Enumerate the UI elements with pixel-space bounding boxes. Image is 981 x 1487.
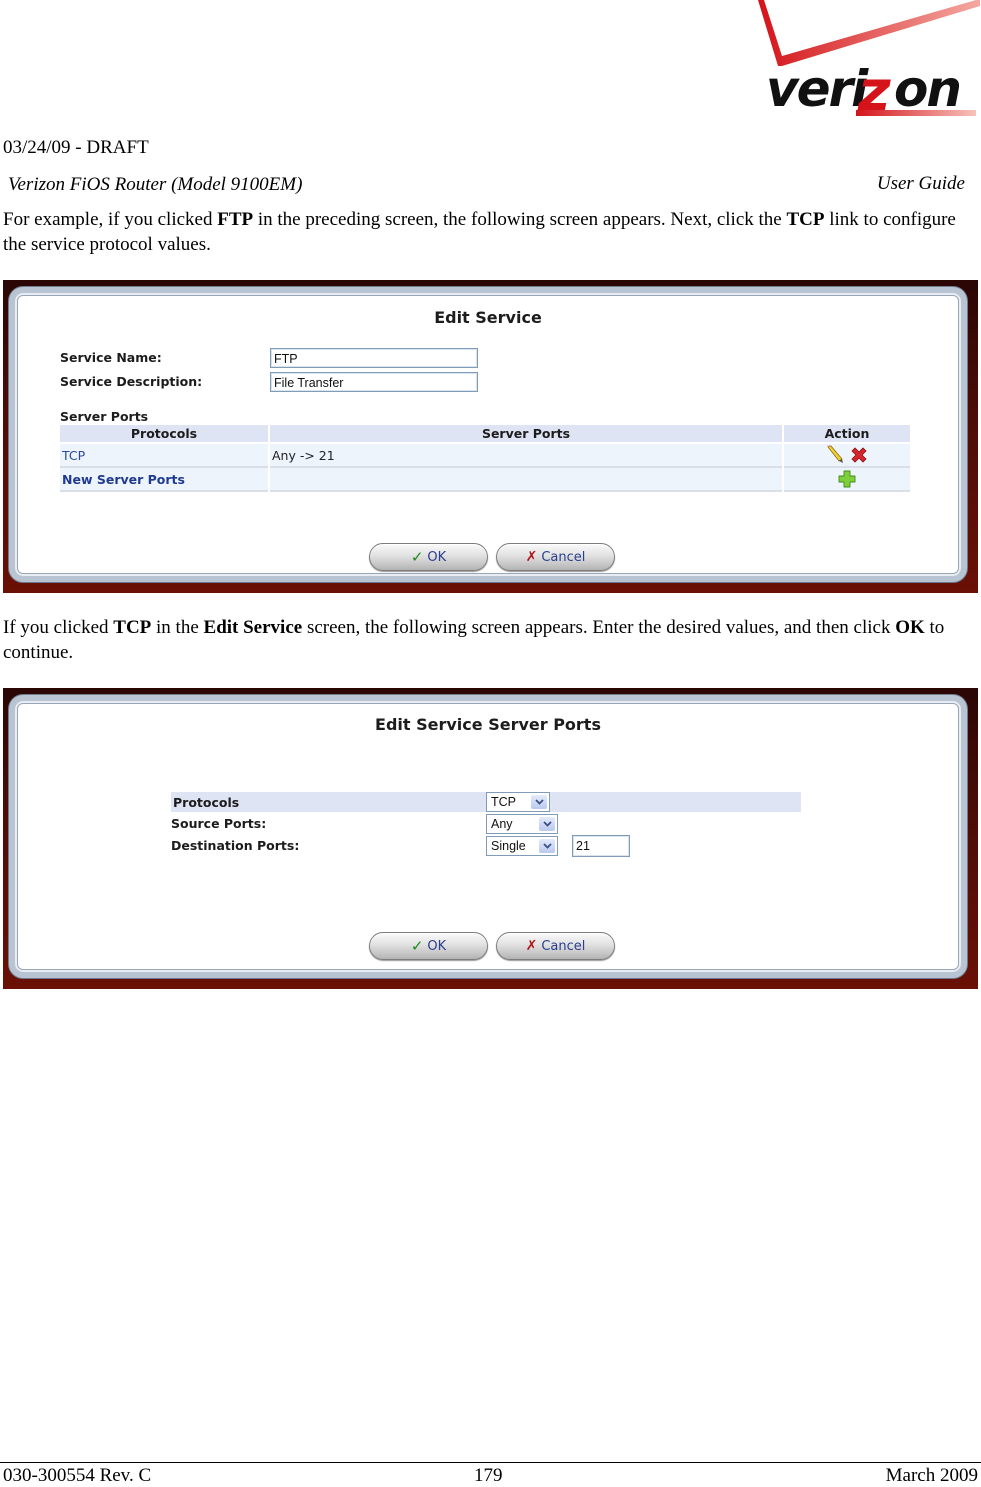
service-description-label: Service Description: [60,374,203,389]
column-header-protocols: Protocols [60,425,268,444]
cancel-x-icon: ✗ [525,549,538,565]
cancel-label: Cancel [541,549,586,565]
cancel-button[interactable]: ✗ Cancel [496,543,615,571]
chevron-down-icon[interactable] [531,795,547,809]
table-row: New Server Ports [60,468,910,492]
server-ports-cell [270,468,782,492]
new-server-ports-link[interactable]: New Server Ports [60,468,268,492]
add-icon[interactable] [837,469,857,489]
text: For example, if you clicked [3,209,218,230]
protocol-link-tcp[interactable]: TCP [60,444,268,468]
service-name-input[interactable]: FTP [270,348,478,368]
ok-label: OK [427,549,447,565]
server-ports-cell: Any -> 21 [270,444,782,468]
svg-text:z: z [857,59,891,118]
intro-paragraph: For example, if you clicked FTP in the p… [3,208,978,257]
document-type: User Guide [876,173,965,194]
cancel-x-icon: ✗ [525,938,538,954]
destination-ports-select[interactable]: Single [486,836,558,856]
server-ports-heading: Server Ports [60,409,149,424]
source-ports-label: Source Ports: [171,816,267,831]
footer-divider [0,1462,981,1463]
svg-text:on: on [894,60,960,118]
edit-service-title: Edit Service [434,308,542,327]
service-name-label: Service Name: [60,350,162,365]
chevron-down-icon[interactable] [539,817,555,831]
text: in the preceding screen, the following s… [253,209,787,230]
delete-icon[interactable] [849,445,869,465]
bold-tcp: TCP [786,209,825,230]
bold-ok: OK [895,617,925,638]
source-ports-value: Any [491,817,513,831]
destination-ports-label: Destination Ports: [171,838,300,853]
cancel-label: Cancel [541,938,586,954]
chevron-down-icon[interactable] [539,839,555,853]
svg-text:veri: veri [766,60,869,118]
action-cell [784,468,910,492]
draft-date: 03/24/09 - DRAFT [3,137,149,158]
ok-button[interactable]: ✓ OK [369,543,488,571]
cancel-button[interactable]: ✗ Cancel [496,932,615,960]
bold-tcp: TCP [113,617,152,638]
instruction-paragraph: If you clicked TCP in the Edit Service s… [3,616,978,665]
source-ports-select[interactable]: Any [486,814,558,834]
table-row: TCP Any -> 21 [60,444,910,468]
destination-ports-value: Single [491,839,526,853]
service-description-input[interactable]: File Transfer [270,372,478,392]
check-icon: ✓ [410,548,424,566]
verizon-logo: veri z on [758,0,980,118]
document-title: Verizon FiOS Router (Model 9100EM) [8,174,303,195]
table-header-row: Protocols Server Ports Action [60,425,910,444]
bold-ftp: FTP [217,209,254,230]
text: screen, the following screen appears. En… [302,617,896,638]
edit-service-screenshot: Edit Service Service Name: FTP Service D… [3,280,978,593]
destination-port-input[interactable]: 21 [572,835,630,857]
edit-icon[interactable] [825,445,845,465]
ok-button[interactable]: ✓ OK [369,932,488,960]
column-header-server-ports: Server Ports [270,425,782,444]
server-ports-table: Protocols Server Ports Action TCP Any ->… [58,425,912,492]
protocols-select[interactable]: TCP [486,792,550,812]
bold-edit-service: Edit Service [203,617,303,638]
protocols-value: TCP [491,795,516,809]
check-icon: ✓ [410,937,424,955]
ok-label: OK [427,938,447,954]
text: in the [151,617,204,638]
action-cell [784,444,910,468]
edit-server-ports-title: Edit Service Server Ports [375,715,601,734]
edit-server-ports-screenshot: Edit Service Server Ports Protocols TCP … [3,688,978,989]
column-header-action: Action [784,425,910,444]
edit-service-panel: Edit Service Service Name: FTP Service D… [9,287,967,582]
protocols-label: Protocols [173,795,240,810]
text: If you clicked [3,617,114,638]
edit-server-ports-panel: Edit Service Server Ports Protocols TCP … [9,695,967,978]
